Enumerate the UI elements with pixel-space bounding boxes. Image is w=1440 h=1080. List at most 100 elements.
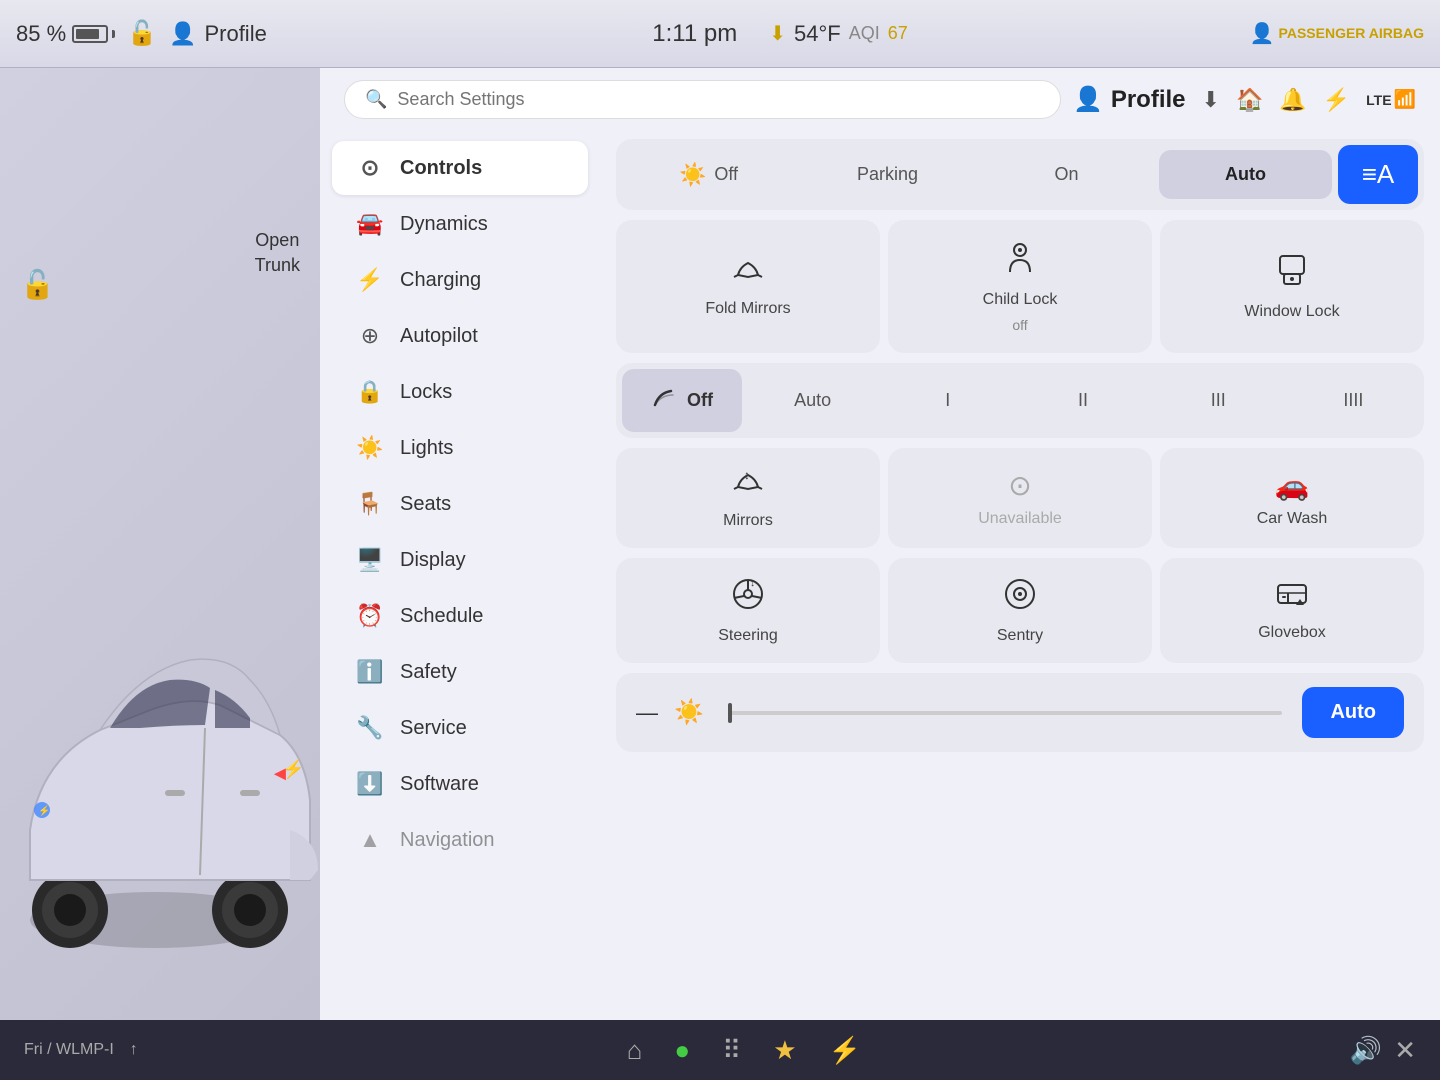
sentry-icon: [1002, 576, 1038, 619]
glovebox-icon: [1274, 579, 1310, 616]
download-icon-header[interactable]: ⬇: [1202, 87, 1220, 113]
lock-unlock-icon[interactable]: 🔓: [20, 268, 55, 301]
bottom-taskbar: Fri / WLMP-I ↑ ⌂ ● ⠿ ★ ⚡ 🔊 ✕: [0, 1020, 1440, 1080]
wiper-speed2-button[interactable]: II: [1018, 374, 1147, 427]
wiper-auto-label: Auto: [794, 390, 831, 411]
svg-text:↕: ↕: [744, 468, 750, 482]
auto-brightness-button[interactable]: Auto: [1302, 687, 1404, 738]
profile-icon-header: 👤: [1073, 85, 1103, 114]
sidebar-item-controls[interactable]: ⊙ Controls: [332, 141, 588, 195]
window-lock-button[interactable]: Window Lock: [1160, 220, 1424, 353]
car-wash-icon: 🚗: [1275, 469, 1310, 502]
open-trunk-label[interactable]: Open Trunk: [255, 228, 300, 278]
wiper-auto-button[interactable]: Auto: [748, 374, 877, 427]
passenger-airbag-indicator: 👤 PASSENGER AIRBAG: [1250, 21, 1424, 46]
fold-mirrors-label: Fold Mirrors: [705, 300, 790, 318]
wiper-off-button[interactable]: Off: [622, 369, 742, 432]
svg-text:⚡: ⚡: [38, 804, 50, 817]
lights-off-label: Off: [714, 164, 738, 185]
battery-percent: 85 %: [16, 21, 66, 47]
wiper-speed1-label: I: [945, 390, 950, 411]
sidebar-item-seats[interactable]: 🪑 Seats: [332, 477, 588, 531]
lights-on-label: On: [1054, 164, 1078, 185]
bell-icon-header[interactable]: 🔔: [1279, 87, 1306, 113]
sidebar-navigation-label: Navigation: [400, 829, 495, 852]
fold-mirrors-button[interactable]: Fold Mirrors: [616, 220, 880, 353]
wiper-speed4-button[interactable]: IIII: [1289, 374, 1418, 427]
sidebar-item-autopilot[interactable]: ⊕ Autopilot: [332, 309, 588, 363]
sidebar-software-label: Software: [400, 773, 479, 796]
wiper-speed4-label: IIII: [1343, 390, 1363, 411]
sidebar-autopilot-label: Autopilot: [400, 325, 478, 348]
brightness-slider[interactable]: [728, 711, 1283, 715]
lights-parking-button[interactable]: Parking: [801, 150, 974, 199]
top-profile-item[interactable]: 👤 Profile: [169, 21, 267, 47]
window-lock-icon: [1274, 252, 1310, 295]
lights-off-button[interactable]: ☀️ Off: [622, 148, 795, 202]
wiper-speed1-button[interactable]: I: [883, 374, 1012, 427]
sentry-button[interactable]: Sentry: [888, 558, 1152, 663]
sidebar-item-charging[interactable]: ⚡ Charging: [332, 253, 588, 307]
trunk-label: Trunk: [255, 253, 300, 278]
sidebar-item-locks[interactable]: 🔒 Locks: [332, 365, 588, 419]
sidebar-item-display[interactable]: 🖥️ Display: [332, 533, 588, 587]
car-wash-button[interactable]: 🚗 Car Wash: [1160, 448, 1424, 548]
temperature-display: 54°F: [794, 21, 841, 47]
main-layout: Open Trunk 🔓: [0, 68, 1440, 1020]
child-lock-button[interactable]: Child Lock off: [888, 220, 1152, 353]
sidebar-item-service[interactable]: 🔧 Service: [332, 701, 588, 755]
lights-auto-button[interactable]: Auto: [1159, 150, 1332, 199]
taskbar-media-icon[interactable]: ●: [674, 1035, 690, 1066]
taskbar-bluetooth-icon[interactable]: ⚡: [829, 1035, 861, 1066]
lte-label: LTE: [1366, 92, 1391, 108]
taskbar-star-icon[interactable]: ★: [773, 1035, 796, 1066]
search-container[interactable]: 🔍: [344, 80, 1061, 119]
profile-header-item[interactable]: 👤 Profile: [1073, 85, 1186, 114]
window-lock-label: Window Lock: [1244, 303, 1339, 321]
unavailable-icon: ⊙: [1008, 469, 1031, 502]
sidebar-charging-label: Charging: [400, 269, 481, 292]
sidebar-item-software[interactable]: ⬇️ Software: [332, 757, 588, 811]
top-status-bar: 85 % 🔓 👤 Profile 1:11 pm ⬇ 54°F AQI 67 👤…: [0, 0, 1440, 68]
sidebar-item-lights[interactable]: ☀️ Lights: [332, 421, 588, 475]
taskbar-home-icon[interactable]: ⌂: [627, 1035, 643, 1066]
bluetooth-icon-header[interactable]: ⚡: [1323, 87, 1350, 113]
taskbar-right: 🔊 ✕: [1350, 1035, 1416, 1066]
time-display: 1:11 pm: [652, 20, 737, 48]
lights-on-button[interactable]: On: [980, 150, 1153, 199]
sidebar-item-schedule[interactable]: ⏰ Schedule: [332, 589, 588, 643]
glovebox-button[interactable]: Glovebox: [1160, 558, 1424, 663]
search-icon: 🔍: [365, 89, 387, 110]
auto-lights-active-button[interactable]: ≡A: [1338, 145, 1418, 204]
sidebar-item-dynamics[interactable]: 🚘 Dynamics: [332, 197, 588, 251]
time-item: 1:11 pm: [652, 20, 737, 48]
wiper-speed3-label: III: [1211, 390, 1226, 411]
profile-header-label: Profile: [1111, 86, 1186, 114]
steering-controls-grid: ↕ Steering Sentry: [616, 558, 1424, 663]
unavailable-button[interactable]: ⊙ Unavailable: [888, 448, 1152, 548]
steering-button[interactable]: ↕ Steering: [616, 558, 880, 663]
seats-icon: 🪑: [356, 491, 384, 517]
home-icon-header[interactable]: 🏠: [1236, 87, 1263, 113]
wiper-off-label: Off: [687, 390, 713, 411]
headlights-control-row: ☀️ Off Parking On Auto ≡A: [616, 139, 1424, 210]
search-input[interactable]: [397, 89, 1040, 110]
sidebar-item-navigation[interactable]: ▲ Navigation: [332, 813, 588, 867]
content-area: ⊙ Controls 🚘 Dynamics ⚡ Charging ⊕ Autop…: [320, 131, 1440, 1020]
car-image: ⚡ ◄ ⚡: [0, 520, 320, 1020]
mirrors-label: Mirrors: [723, 512, 773, 530]
taskbar-close-icon[interactable]: ✕: [1394, 1035, 1416, 1066]
unavailable-label: Unavailable: [978, 510, 1062, 528]
mirrors-button[interactable]: ↕ Mirrors: [616, 448, 880, 548]
mirrors-icon: ↕: [730, 467, 766, 504]
sidebar-item-safety[interactable]: ℹ️ Safety: [332, 645, 588, 699]
download-icon-top: ⬇: [769, 21, 786, 46]
sidebar-nav: ⊙ Controls 🚘 Dynamics ⚡ Charging ⊕ Autop…: [320, 131, 600, 1020]
child-lock-sub-label: off: [1012, 317, 1027, 333]
lte-signal-header: LTE 📶: [1366, 89, 1416, 110]
wiper-speed3-button[interactable]: III: [1154, 374, 1283, 427]
svg-text:⚡: ⚡: [282, 758, 304, 780]
taskbar-apps-icon[interactable]: ⠿: [722, 1035, 741, 1066]
taskbar-volume-icon[interactable]: 🔊: [1350, 1035, 1382, 1066]
battery-icon: [72, 25, 115, 43]
